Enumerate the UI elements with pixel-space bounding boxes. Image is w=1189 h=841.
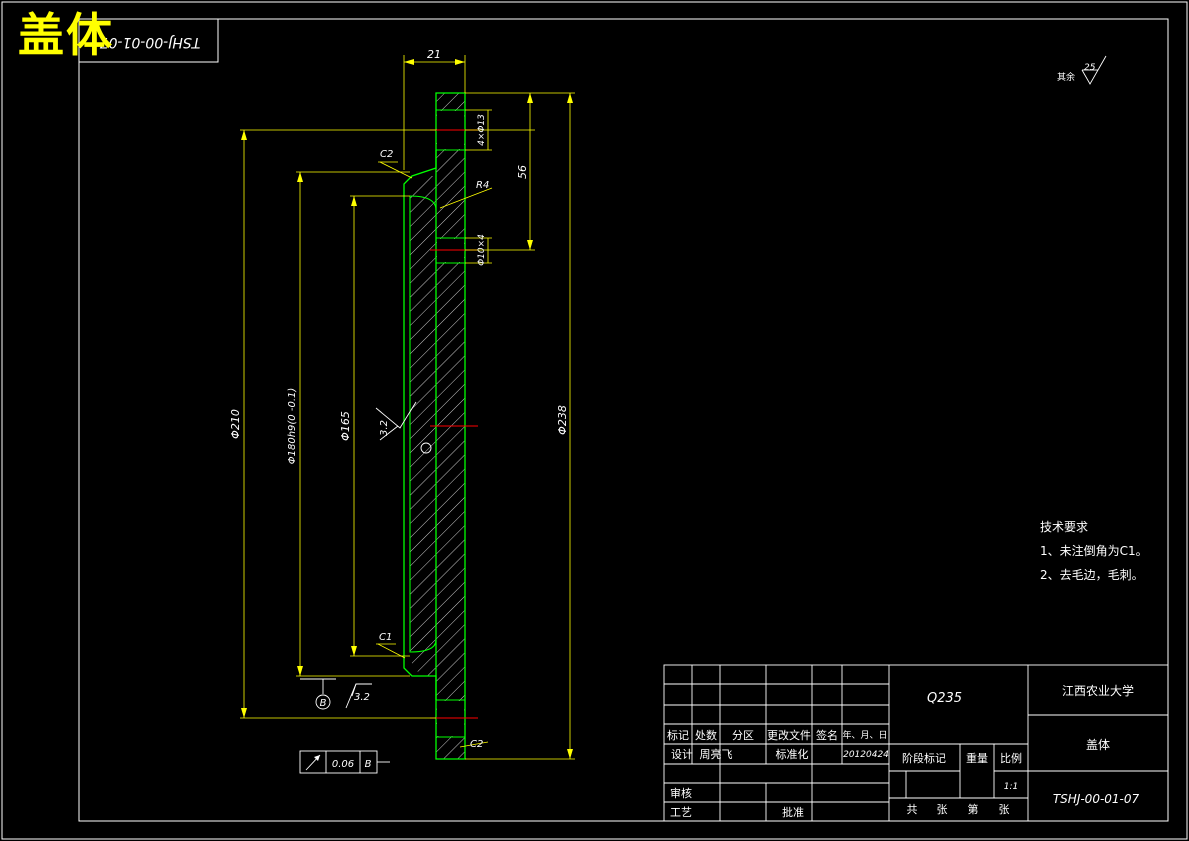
tb-shenhe: 审核 xyxy=(670,786,692,800)
dim-c2-top: C2 xyxy=(380,149,393,160)
dim-56: 56 xyxy=(516,165,529,179)
tb-zhang2: 张 xyxy=(999,803,1010,816)
tech-req-title: 技术要求 xyxy=(1040,520,1088,534)
tb-h-genggai: 更改文件 xyxy=(767,728,811,742)
tb-h-biaoji: 标记 xyxy=(667,728,689,742)
tb-bili: 比例 xyxy=(1000,751,1022,765)
tb-pizhun: 批准 xyxy=(782,805,804,819)
surface-note-label: 其余 xyxy=(1057,71,1075,83)
dim-d180: Φ180h9(0 -0.1) xyxy=(287,388,298,465)
sheet-border xyxy=(1,1,1188,840)
tb-h-qianming: 签名 xyxy=(816,728,838,742)
tb-zhongliang: 重量 xyxy=(966,751,988,765)
dim-c2-bottom: C2 xyxy=(470,739,483,750)
datum-letter: B xyxy=(320,698,327,709)
page-title: 盖体 xyxy=(18,8,114,62)
roughness-value: 3.2 xyxy=(379,420,390,436)
tb-drawing-no: TSHJ-00-01-07 xyxy=(1053,792,1140,806)
dim-c1: C1 xyxy=(379,632,392,643)
runout-value: 0.06 xyxy=(332,759,354,770)
tb-biaozhunhua: 标准化 xyxy=(776,747,809,761)
dim-d165: Φ165 xyxy=(339,411,352,441)
tb-material: Q235 xyxy=(927,691,962,706)
drawing-canvas: TSHJ-00-01-07 21 Φ210 Φ180h9(0 -0.1) Φ16… xyxy=(1,1,1188,840)
tb-h-fenqu: 分区 xyxy=(732,729,754,742)
tb-gongyi: 工艺 xyxy=(670,806,692,819)
tb-di: 第 xyxy=(968,802,979,816)
runout-datum: B xyxy=(365,759,372,770)
code-box-text: TSHJ-00-01-07 xyxy=(100,34,201,50)
tb-zhang1: 张 xyxy=(937,803,948,816)
dim-r4: R4 xyxy=(476,180,489,191)
surface-note-value: 25 xyxy=(1084,63,1096,73)
tb-part-name: 盖体 xyxy=(1086,738,1110,752)
tb-school: 江西农业大学 xyxy=(1062,683,1134,698)
tb-h-chushu: 处数 xyxy=(695,729,717,742)
dim-small-hole: Φ10×4 xyxy=(477,234,487,266)
dim-bolt-holes: 4×Φ13 xyxy=(477,114,487,146)
tb-scale: 1:1 xyxy=(1004,782,1018,792)
tech-req-line1: 1、未注倒角为C1。 xyxy=(1040,543,1148,558)
dim-d238: Φ238 xyxy=(556,405,569,435)
dim-d210: Φ210 xyxy=(229,409,242,439)
tb-jieduan: 阶段标记 xyxy=(902,751,946,765)
roughness-value-2: 3.2 xyxy=(354,692,370,703)
tech-req-line2: 2、去毛边，毛刺。 xyxy=(1040,568,1144,582)
tb-gong: 共 xyxy=(907,803,918,816)
tb-designer: 周亮飞 xyxy=(700,747,733,761)
dim-21: 21 xyxy=(427,48,441,61)
tb-sheji: 设计 xyxy=(671,748,693,761)
tb-date: 20120424 xyxy=(843,750,889,760)
tb-h-date: 年、月、日 xyxy=(842,729,887,741)
